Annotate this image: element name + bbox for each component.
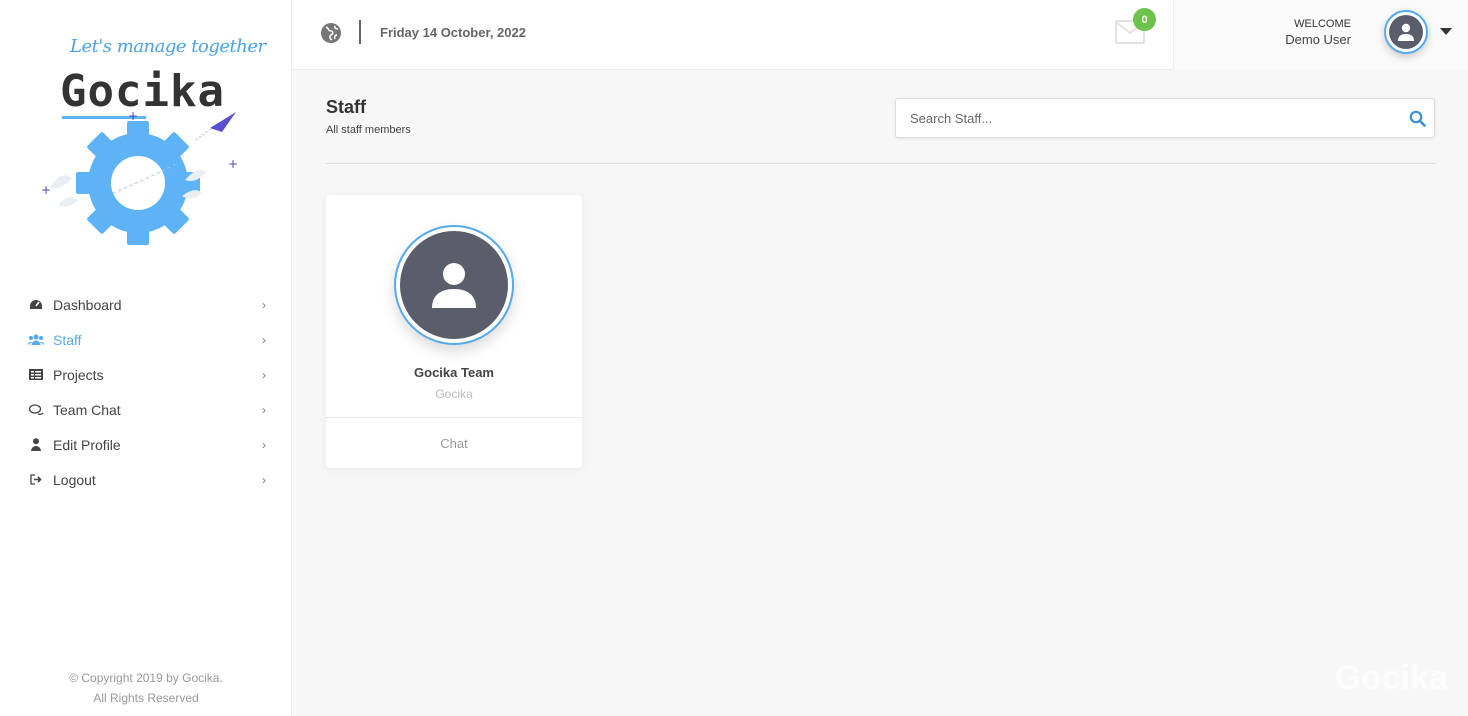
chevron-right-icon: ›	[262, 367, 266, 382]
search-box	[895, 98, 1435, 138]
watermark: Gocika	[1334, 659, 1448, 697]
user-silhouette-icon	[1398, 23, 1414, 41]
sidebar-item-label: Team Chat	[53, 401, 121, 418]
user-silhouette-icon	[432, 263, 476, 308]
chevron-right-icon: ›	[262, 297, 266, 312]
current-date: Friday 14 October, 2022	[380, 25, 526, 40]
sidebar-item-team-chat[interactable]: Team Chat ›	[0, 392, 292, 427]
search-icon[interactable]	[1409, 110, 1426, 132]
sidebar-item-label: Edit Profile	[53, 436, 121, 453]
staff-avatar[interactable]	[394, 225, 514, 345]
sidebar-item-projects[interactable]: Projects ›	[0, 357, 292, 392]
staff-name: Gocika Team	[414, 365, 494, 380]
user-avatar[interactable]	[1384, 10, 1428, 54]
chevron-right-icon: ›	[262, 402, 266, 417]
chat-icon	[28, 402, 44, 418]
content-divider	[326, 163, 1436, 164]
copyright-text: © Copyright 2019 by Gocika. All Rights R…	[0, 668, 292, 708]
sidebar-item-staff[interactable]: Staff ›	[0, 322, 292, 357]
header-separator	[359, 20, 361, 44]
user-name: Demo User	[1285, 32, 1351, 47]
staff-organization: Gocika	[435, 387, 473, 401]
copyright-line-2: All Rights Reserved	[93, 691, 199, 705]
welcome-block: WELCOME Demo User	[1285, 18, 1351, 47]
sidebar-item-label: Projects	[53, 366, 104, 383]
chat-button[interactable]: Chat	[326, 418, 582, 468]
top-header: Friday 14 October, 2022 0 WELCOME Demo U…	[292, 0, 1468, 70]
sidebar: + + + Let's manage together Gocika Dashb…	[0, 0, 292, 716]
sidebar-item-label: Logout	[53, 471, 96, 488]
staff-card: Gocika Team Gocika Chat	[326, 195, 582, 468]
welcome-label: WELCOME	[1294, 18, 1351, 30]
user-icon	[28, 437, 44, 453]
sidebar-item-label: Staff	[53, 331, 82, 348]
search-input[interactable]	[896, 99, 1376, 137]
projects-icon	[28, 367, 44, 383]
sidebar-item-dashboard[interactable]: Dashboard ›	[0, 287, 292, 322]
sidebar-item-logout[interactable]: Logout ›	[0, 462, 292, 497]
logout-icon	[28, 472, 44, 488]
logo-brand-name: Gocika	[60, 66, 225, 117]
globe-icon[interactable]	[320, 22, 342, 49]
user-panel: WELCOME Demo User	[1173, 0, 1468, 70]
copyright-line-1: © Copyright 2019 by Gocika.	[69, 671, 223, 685]
chevron-right-icon: ›	[262, 332, 266, 347]
sidebar-item-label: Dashboard	[53, 296, 122, 313]
mail-count-badge: 0	[1133, 8, 1156, 31]
chevron-right-icon: ›	[262, 472, 266, 487]
page-subtitle: All staff members	[326, 124, 411, 136]
sidebar-item-edit-profile[interactable]: Edit Profile ›	[0, 427, 292, 462]
svg-text:+: +	[228, 157, 238, 171]
chevron-right-icon: ›	[262, 437, 266, 452]
dashboard-icon	[28, 297, 44, 313]
sidebar-nav: Dashboard › Staff › Projects › Team Chat…	[0, 287, 292, 497]
caret-down-icon[interactable]	[1440, 28, 1452, 35]
logo-tagline: Let's manage together	[70, 36, 266, 57]
users-icon	[28, 332, 44, 348]
page-title: Staff	[326, 97, 366, 117]
svg-text:+: +	[41, 183, 51, 197]
app-logo[interactable]: + + + Let's manage together Gocika	[0, 0, 292, 260]
